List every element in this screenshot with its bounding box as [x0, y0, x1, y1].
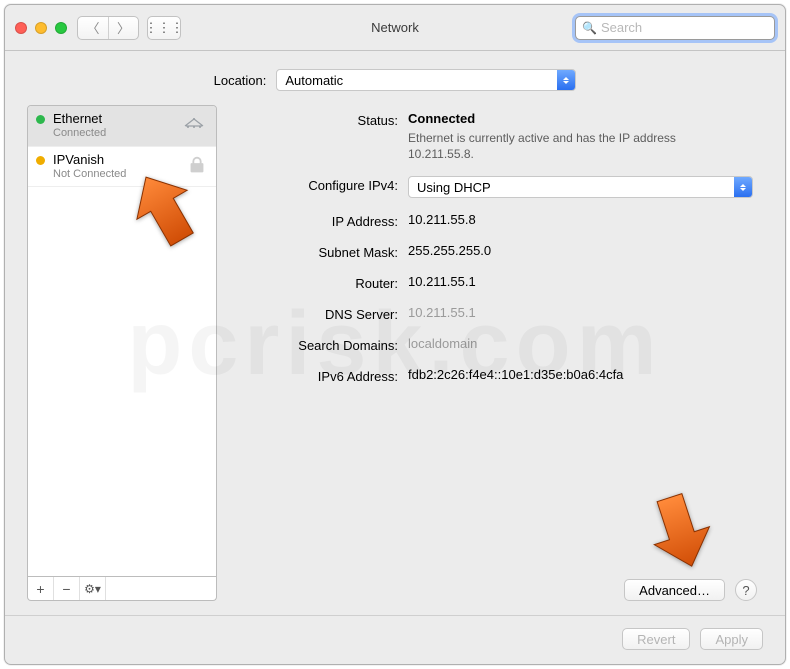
remove-service-button[interactable]: −	[54, 577, 80, 600]
row-subnet-mask: Subnet Mask: 255.255.255.0	[233, 243, 753, 260]
zoom-window-button[interactable]	[55, 22, 67, 34]
search-domains-value: localdomain	[408, 336, 753, 351]
panel-buttons: Advanced… ?	[233, 571, 763, 601]
location-dropdown[interactable]: Automatic	[276, 69, 576, 91]
service-name: Ethernet	[53, 112, 106, 127]
ipv6-address-label: IPv6 Address:	[233, 367, 408, 384]
status-description: Ethernet is currently active and has the…	[408, 130, 698, 162]
chevron-updown-icon	[557, 70, 575, 90]
search-input[interactable]	[601, 20, 777, 35]
row-configure: Configure IPv4: Using DHCP	[233, 176, 753, 198]
gear-icon: ⚙︎▾	[84, 582, 101, 596]
revert-button[interactable]: Revert	[622, 628, 690, 650]
add-service-button[interactable]: +	[28, 577, 54, 600]
location-row: Location: Automatic	[5, 51, 785, 105]
status-value: Connected	[408, 111, 475, 126]
ipv6-address-value: fdb2:2c26:f4e4::10e1:d35e:b0a6:4cfa	[408, 367, 753, 382]
row-status: Status: Connected Ethernet is currently …	[233, 111, 753, 162]
ip-address-value: 10.211.55.8	[408, 212, 753, 227]
dns-server-label: DNS Server:	[233, 305, 408, 322]
service-status: Not Connected	[53, 168, 126, 181]
service-actions-menu[interactable]: ⚙︎▾	[80, 577, 106, 600]
location-label: Location:	[214, 73, 267, 88]
row-ipv6-address: IPv6 Address: fdb2:2c26:f4e4::10e1:d35e:…	[233, 367, 753, 384]
back-button[interactable]: 〈	[78, 17, 108, 39]
router-value: 10.211.55.1	[408, 274, 753, 289]
chevron-updown-icon	[734, 177, 752, 197]
subnet-mask-label: Subnet Mask:	[233, 243, 408, 260]
dns-server-value: 10.211.55.1	[408, 305, 753, 320]
service-text: IPVanish Not Connected	[53, 153, 126, 181]
configure-value: Using DHCP	[417, 180, 734, 195]
row-search-domains: Search Domains: localdomain	[233, 336, 753, 353]
nav-back-forward: 〈 〉	[77, 16, 139, 40]
forward-button[interactable]: 〉	[108, 17, 138, 39]
titlebar: 〈 〉 ⋮⋮⋮ Network 🔍	[5, 5, 785, 51]
subnet-mask-value: 255.255.255.0	[408, 243, 753, 258]
search-domains-label: Search Domains:	[233, 336, 408, 353]
annotation-arrow-advanced	[645, 490, 715, 573]
search-field-container[interactable]: 🔍	[575, 16, 775, 40]
status-dot-not-connected-icon	[36, 156, 45, 165]
show-all-prefs-button[interactable]: ⋮⋮⋮	[147, 16, 181, 40]
annotation-arrow-ethernet	[130, 170, 200, 253]
window-controls	[15, 22, 67, 34]
ip-address-label: IP Address:	[233, 212, 408, 229]
service-text: Ethernet Connected	[53, 112, 106, 140]
row-router: Router: 10.211.55.1	[233, 274, 753, 291]
form: Status: Connected Ethernet is currently …	[233, 105, 763, 398]
service-name: IPVanish	[53, 153, 126, 168]
row-dns-server: DNS Server: 10.211.55.1	[233, 305, 753, 322]
service-status: Connected	[53, 127, 106, 140]
search-icon: 🔍	[582, 21, 597, 35]
router-label: Router:	[233, 274, 408, 291]
status-value-block: Connected Ethernet is currently active a…	[408, 111, 753, 162]
footer: Revert Apply	[5, 615, 785, 664]
configure-ipv4-dropdown[interactable]: Using DHCP	[408, 176, 753, 198]
advanced-button[interactable]: Advanced…	[624, 579, 725, 601]
sidebar-footer: + − ⚙︎▾	[27, 577, 217, 601]
service-item-ethernet[interactable]: Ethernet Connected	[28, 106, 216, 147]
status-label: Status:	[233, 111, 408, 128]
ethernet-icon	[180, 114, 208, 138]
close-window-button[interactable]	[15, 22, 27, 34]
configure-label: Configure IPv4:	[233, 176, 408, 193]
minimize-window-button[interactable]	[35, 22, 47, 34]
grid-icon: ⋮⋮⋮	[145, 20, 184, 36]
apply-button[interactable]: Apply	[700, 628, 763, 650]
row-ip-address: IP Address: 10.211.55.8	[233, 212, 753, 229]
location-value: Automatic	[285, 73, 557, 88]
status-dot-connected-icon	[36, 115, 45, 124]
help-button[interactable]: ?	[735, 579, 757, 601]
